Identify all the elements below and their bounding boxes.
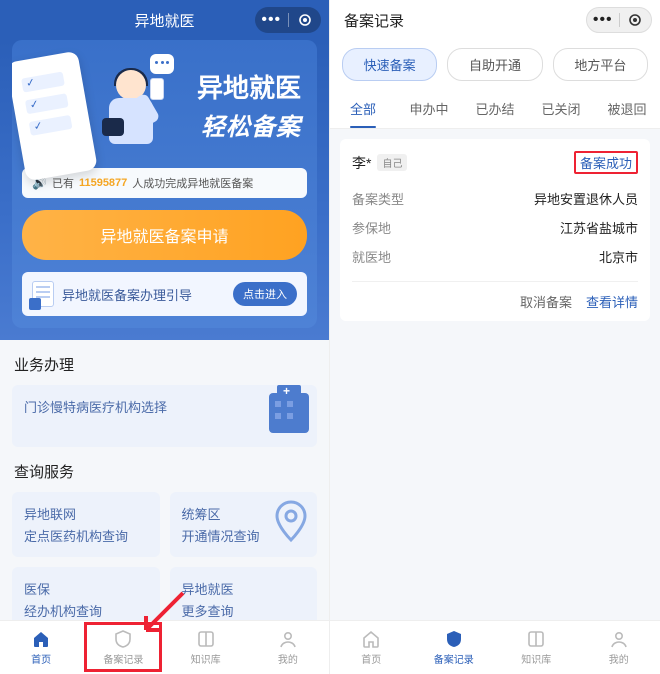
guide-text: 异地就医备案办理引导 xyxy=(62,285,225,304)
tab-all[interactable]: 全部 xyxy=(330,89,396,128)
guide-doc-icon xyxy=(32,281,54,307)
book-icon xyxy=(196,629,216,649)
tab-mine[interactable]: 我的 xyxy=(578,621,660,674)
shield-icon xyxy=(113,629,133,649)
hero-illustration-person xyxy=(96,70,166,160)
left-screen: 异地就医 ••• 异地就医 轻松备案 xyxy=(0,0,330,674)
kv-type: 备案类型异地安置退休人员 xyxy=(352,184,638,213)
hero: 异地就医 轻松备案 🔊 已有 11595877 人成功完成异地就医备案 异地就医… xyxy=(0,40,329,340)
apply-button[interactable]: 异地就医备案申请 xyxy=(22,210,307,260)
miniprogram-capsule[interactable]: ••• xyxy=(255,7,321,33)
more-icon[interactable]: ••• xyxy=(587,11,619,29)
hero-title-1: 异地就医 xyxy=(197,68,301,105)
tab-processing[interactable]: 申办中 xyxy=(396,89,462,128)
tab-records[interactable]: 备案记录 xyxy=(82,621,164,674)
pill-local[interactable]: 地方平台 xyxy=(553,48,648,81)
tab-done[interactable]: 已办结 xyxy=(462,89,528,128)
tabbar-left: 首页 备案记录 知识库 我的 xyxy=(0,620,329,674)
close-icon[interactable] xyxy=(620,13,652,27)
header-title: 备案记录 xyxy=(344,10,404,31)
section-title-query: 查询服务 xyxy=(0,447,329,492)
tab-home[interactable]: 首页 xyxy=(330,621,413,674)
tile-query-1[interactable]: 统筹区 开通情况查询 xyxy=(170,492,318,557)
tab-rejected[interactable]: 被退回 xyxy=(594,89,660,128)
tab-knowledge[interactable]: 知识库 xyxy=(165,621,247,674)
section-title-biz: 业务办理 xyxy=(0,340,329,385)
tab-records[interactable]: 备案记录 xyxy=(413,621,496,674)
hero-title-2: 轻松备案 xyxy=(197,107,301,142)
shield-icon xyxy=(444,629,464,649)
home-icon xyxy=(31,629,51,649)
pill-self[interactable]: 自助开通 xyxy=(447,48,542,81)
header: 异地就医 ••• xyxy=(0,0,329,40)
pill-quick[interactable]: 快速备案 xyxy=(342,48,437,81)
close-icon[interactable] xyxy=(289,13,322,27)
tab-closed[interactable]: 已关闭 xyxy=(528,89,594,128)
tab-knowledge[interactable]: 知识库 xyxy=(495,621,578,674)
stat-count: 11595877 xyxy=(79,177,127,189)
guide-enter-button[interactable]: 点击进入 xyxy=(233,282,297,306)
user-icon xyxy=(278,629,298,649)
kv-medical: 就医地北京市 xyxy=(352,242,638,271)
header: 备案记录 ••• xyxy=(330,0,660,40)
record-card[interactable]: 李* 自己 备案成功 备案类型异地安置退休人员 参保地江苏省盐城市 就医地北京市… xyxy=(340,139,650,321)
record-status: 备案成功 xyxy=(574,151,638,174)
cancel-link[interactable]: 取消备案 xyxy=(520,292,572,311)
tabbar-right: 首页 备案记录 知识库 我的 xyxy=(330,620,660,674)
hero-illustration-phone xyxy=(12,51,98,182)
home-icon xyxy=(361,629,381,649)
header-title: 异地就医 xyxy=(134,10,194,31)
more-icon[interactable]: ••• xyxy=(255,11,288,29)
self-tag: 自己 xyxy=(377,154,407,171)
record-name: 李* xyxy=(352,153,371,173)
map-pin-icon xyxy=(273,500,309,544)
tab-home[interactable]: 首页 xyxy=(0,621,82,674)
tile-chronic-hospital[interactable]: 门诊慢特病医疗机构选择 xyxy=(12,385,317,447)
book-icon xyxy=(526,629,546,649)
filter-pills: 快速备案 自助开通 地方平台 xyxy=(330,40,660,89)
right-screen: 备案记录 ••• 快速备案 自助开通 地方平台 全部 申办中 已办结 已关闭 被… xyxy=(330,0,660,674)
user-icon xyxy=(609,629,629,649)
hero-card: 异地就医 轻松备案 🔊 已有 11595877 人成功完成异地就医备案 异地就医… xyxy=(12,40,317,328)
tile-query-0[interactable]: 异地联网 定点医药机构查询 xyxy=(12,492,160,557)
status-tabs: 全部 申办中 已办结 已关闭 被退回 xyxy=(330,89,660,129)
hospital-icon xyxy=(269,393,309,433)
kv-insured: 参保地江苏省盐城市 xyxy=(352,213,638,242)
detail-link[interactable]: 查看详情 xyxy=(586,292,638,311)
tab-mine[interactable]: 我的 xyxy=(247,621,329,674)
miniprogram-capsule[interactable]: ••• xyxy=(586,7,652,33)
guide-row[interactable]: 异地就医备案办理引导 点击进入 xyxy=(22,272,307,316)
